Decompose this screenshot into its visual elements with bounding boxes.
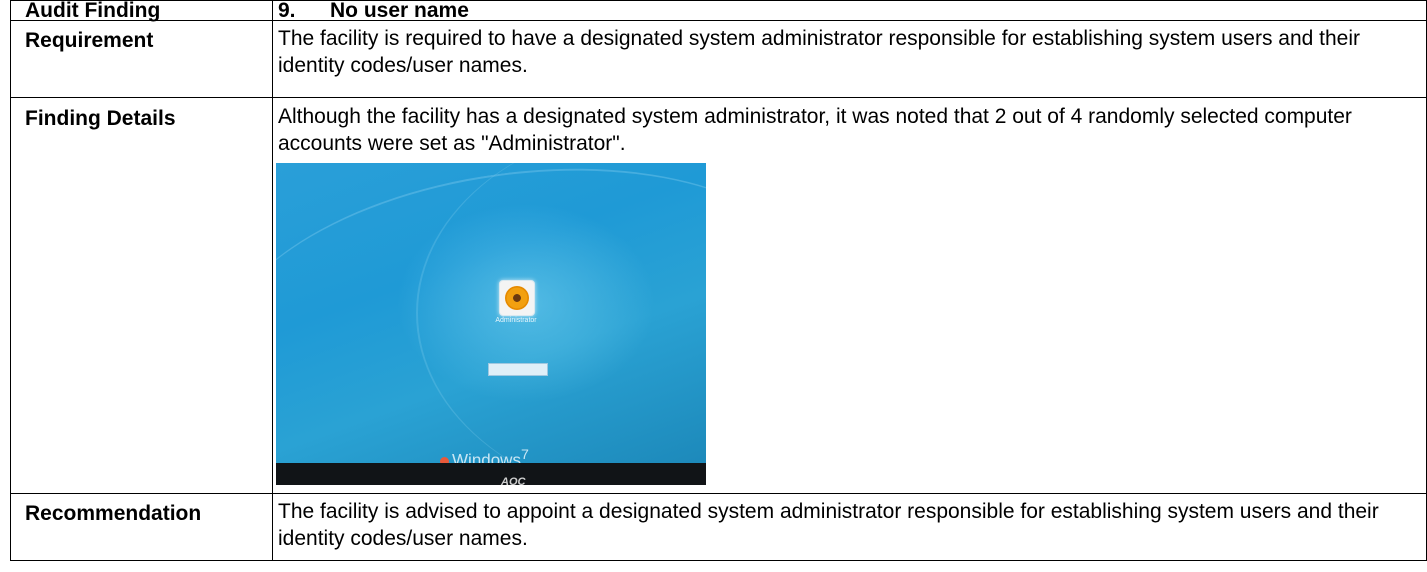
monitor-bezel xyxy=(276,463,706,485)
finding-details-text: Although the facility has a designated s… xyxy=(278,105,1352,155)
flower-icon xyxy=(505,286,529,310)
finding-details-cell: Although the facility has a designated s… xyxy=(272,97,1427,494)
user-avatar-icon xyxy=(499,280,535,316)
requirement-text: The facility is required to have a desig… xyxy=(272,20,1427,98)
requirement-label: Requirement xyxy=(10,20,273,98)
audit-table: Audit Finding 9. No user name Requirement… xyxy=(10,0,1427,561)
recommendation-label: Recommendation xyxy=(10,493,273,561)
audit-finding-title: 9. No user name xyxy=(272,0,1427,22)
recommendation-row: Recommendation The facility is advised t… xyxy=(10,493,1427,561)
audit-finding-row: Audit Finding 9. No user name xyxy=(10,0,1427,22)
requirement-row: Requirement The facility is required to … xyxy=(10,20,1427,98)
windows-version: 7 xyxy=(520,447,529,463)
monitor-brand: AOC xyxy=(501,476,526,485)
finding-number: 9. xyxy=(278,0,296,22)
finding-details-row: Finding Details Although the facility ha… xyxy=(10,97,1427,494)
user-account-label: Administrator xyxy=(495,317,537,324)
finding-details-label: Finding Details xyxy=(10,97,273,494)
evidence-photo: Administrator Windows7 AOC xyxy=(276,163,706,485)
finding-title: No user name xyxy=(330,0,469,22)
audit-finding-label: Audit Finding xyxy=(10,0,273,21)
password-field xyxy=(488,363,548,376)
recommendation-text: The facility is advised to appoint a des… xyxy=(272,493,1427,561)
